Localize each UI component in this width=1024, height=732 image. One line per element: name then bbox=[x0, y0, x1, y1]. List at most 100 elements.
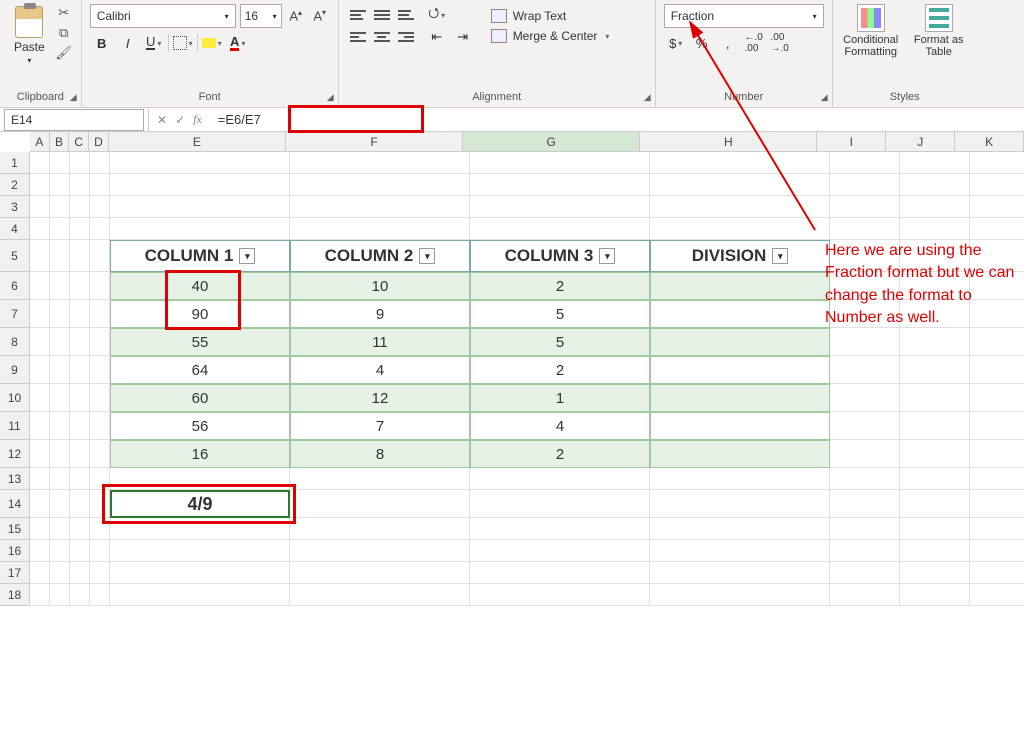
cell[interactable] bbox=[970, 468, 1024, 490]
cell[interactable] bbox=[70, 540, 90, 562]
col-header-F[interactable]: F bbox=[286, 132, 463, 152]
row-header-2[interactable]: 2 bbox=[0, 174, 30, 196]
cell[interactable] bbox=[470, 490, 650, 518]
cell[interactable] bbox=[70, 440, 90, 468]
cell[interactable] bbox=[900, 384, 970, 412]
cell[interactable] bbox=[470, 518, 650, 540]
cell[interactable] bbox=[830, 328, 900, 356]
cell[interactable] bbox=[900, 468, 970, 490]
cell[interactable] bbox=[90, 196, 110, 218]
cell[interactable] bbox=[90, 300, 110, 328]
currency-button[interactable]: $ bbox=[664, 32, 688, 54]
decrease-decimal-button[interactable]: .00→.0 bbox=[768, 32, 792, 54]
cell[interactable] bbox=[290, 584, 470, 606]
cell[interactable] bbox=[110, 518, 290, 540]
cell[interactable] bbox=[970, 412, 1024, 440]
cell[interactable] bbox=[650, 152, 830, 174]
row-header-1[interactable]: 1 bbox=[0, 152, 30, 174]
wrap-text-button[interactable]: Wrap Text bbox=[487, 7, 614, 25]
font-size-select[interactable]: 16▾ bbox=[240, 4, 282, 28]
cell[interactable] bbox=[290, 540, 470, 562]
col-header-B[interactable]: B bbox=[50, 132, 70, 152]
cell[interactable] bbox=[30, 356, 50, 384]
table-cell[interactable]: 7 bbox=[290, 412, 470, 440]
increase-decimal-button[interactable]: ←.0.00 bbox=[742, 32, 766, 54]
cell[interactable] bbox=[290, 490, 470, 518]
cell[interactable] bbox=[30, 490, 50, 518]
cell[interactable] bbox=[50, 384, 70, 412]
table-cell[interactable]: 12 bbox=[290, 384, 470, 412]
cut-button[interactable]: ✂ bbox=[55, 4, 73, 22]
col-header-K[interactable]: K bbox=[955, 132, 1024, 152]
table-cell[interactable] bbox=[650, 440, 830, 468]
formula-cancel-button[interactable]: ✕ bbox=[157, 113, 167, 127]
cell[interactable] bbox=[30, 300, 50, 328]
cell[interactable] bbox=[290, 218, 470, 240]
row-header-11[interactable]: 11 bbox=[0, 412, 30, 440]
row-header-14[interactable]: 14 bbox=[0, 490, 30, 518]
cell[interactable] bbox=[830, 562, 900, 584]
cell[interactable] bbox=[470, 468, 650, 490]
cell[interactable] bbox=[830, 440, 900, 468]
underline-button[interactable]: U bbox=[142, 32, 166, 54]
table-cell[interactable]: 56 bbox=[110, 412, 290, 440]
cell[interactable] bbox=[110, 540, 290, 562]
format-painter-button[interactable]: 🖌 bbox=[55, 44, 73, 62]
cell[interactable] bbox=[830, 468, 900, 490]
cell[interactable] bbox=[70, 468, 90, 490]
cell[interactable] bbox=[470, 218, 650, 240]
table-cell[interactable] bbox=[650, 356, 830, 384]
cell[interactable] bbox=[30, 540, 50, 562]
cell[interactable] bbox=[90, 440, 110, 468]
cell[interactable] bbox=[470, 152, 650, 174]
cell[interactable] bbox=[110, 468, 290, 490]
cell[interactable] bbox=[900, 540, 970, 562]
cell[interactable] bbox=[900, 174, 970, 196]
row-header-10[interactable]: 10 bbox=[0, 384, 30, 412]
cell[interactable] bbox=[70, 490, 90, 518]
col-header-C[interactable]: C bbox=[69, 132, 89, 152]
align-top-button[interactable] bbox=[347, 5, 369, 25]
row-header-17[interactable]: 17 bbox=[0, 562, 30, 584]
table-cell[interactable]: 5 bbox=[470, 300, 650, 328]
cell[interactable] bbox=[50, 174, 70, 196]
font-name-select[interactable]: Calibri▾ bbox=[90, 4, 236, 28]
col-header-G[interactable]: G bbox=[463, 132, 640, 152]
cell[interactable] bbox=[50, 218, 70, 240]
cell[interactable] bbox=[900, 328, 970, 356]
cell[interactable] bbox=[830, 174, 900, 196]
orientation-button[interactable]: ⭯ bbox=[425, 4, 449, 26]
row-header-8[interactable]: 8 bbox=[0, 328, 30, 356]
table-cell[interactable]: 2 bbox=[470, 272, 650, 300]
cell[interactable] bbox=[970, 584, 1024, 606]
cell[interactable] bbox=[970, 440, 1024, 468]
cell[interactable] bbox=[110, 196, 290, 218]
cell[interactable] bbox=[970, 152, 1024, 174]
cell[interactable] bbox=[50, 562, 70, 584]
cell[interactable] bbox=[90, 518, 110, 540]
table-cell[interactable]: 90 bbox=[110, 300, 290, 328]
align-right-button[interactable] bbox=[395, 27, 417, 47]
merge-center-button[interactable]: Merge & Center bbox=[487, 27, 614, 45]
cell[interactable] bbox=[650, 174, 830, 196]
cell[interactable] bbox=[830, 218, 900, 240]
format-as-table-button[interactable]: Format as Table bbox=[909, 4, 969, 58]
comma-button[interactable]: , bbox=[716, 32, 740, 54]
cell[interactable] bbox=[830, 196, 900, 218]
cell[interactable] bbox=[650, 468, 830, 490]
cell[interactable] bbox=[30, 468, 50, 490]
formula-accept-button[interactable]: ✓ bbox=[175, 113, 185, 127]
table-cell[interactable]: 4 bbox=[470, 412, 650, 440]
table-cell[interactable] bbox=[650, 412, 830, 440]
font-color-button[interactable]: A bbox=[226, 32, 250, 54]
col-header-J[interactable]: J bbox=[886, 132, 955, 152]
formula-input[interactable]: =E6/E7 bbox=[210, 112, 1024, 127]
cell[interactable] bbox=[30, 152, 50, 174]
filter-button[interactable]: ▾ bbox=[419, 248, 435, 264]
cell[interactable] bbox=[70, 152, 90, 174]
table-cell[interactable]: 40 bbox=[110, 272, 290, 300]
align-middle-button[interactable] bbox=[371, 5, 393, 25]
copy-button[interactable]: ⧉ bbox=[55, 24, 73, 42]
table-cell[interactable]: 9 bbox=[290, 300, 470, 328]
cell[interactable] bbox=[30, 518, 50, 540]
